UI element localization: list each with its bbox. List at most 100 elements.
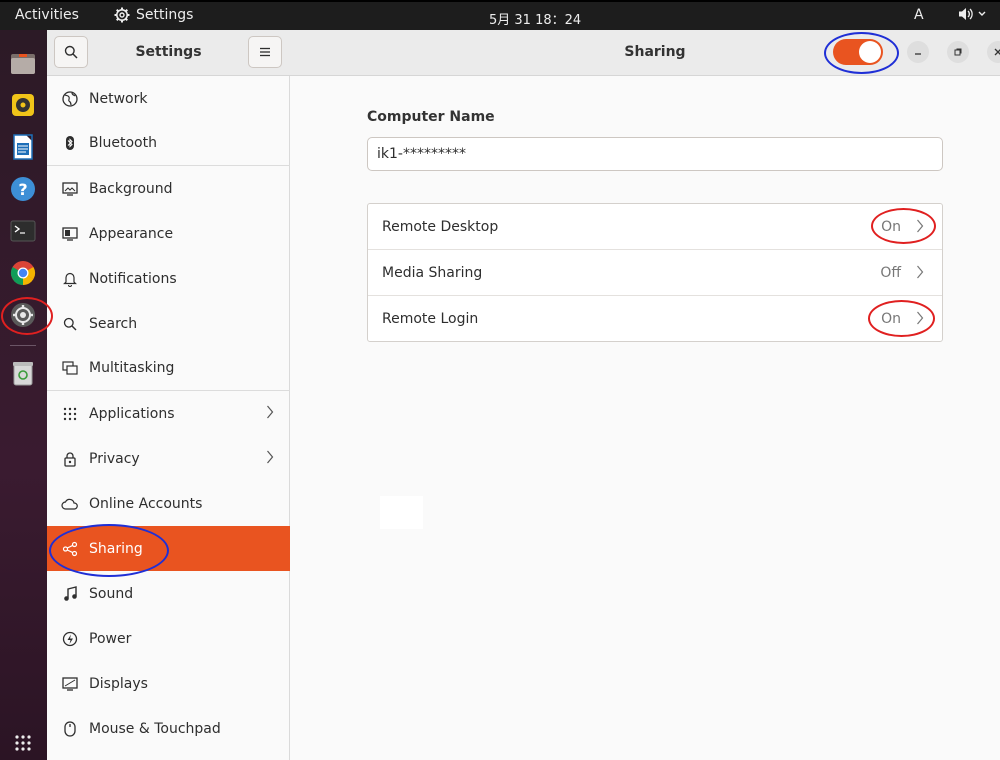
chevron-down-icon	[978, 11, 986, 16]
minimize-icon	[915, 53, 921, 55]
computer-name-input[interactable]	[367, 137, 943, 171]
sidebar-item-label: Search	[89, 315, 138, 332]
sidebar-item-label: Bluetooth	[89, 135, 157, 151]
sidebar-item-label: Notifications	[89, 270, 177, 287]
switch-knob	[859, 41, 881, 63]
share-icon	[59, 538, 81, 560]
panel-header: Sharing	[290, 30, 1000, 76]
sidebar-item-appearance[interactable]: Appearance	[47, 211, 290, 256]
close-icon	[994, 48, 1000, 56]
system-menu[interactable]	[958, 7, 987, 21]
chevron-right-icon	[917, 311, 924, 325]
sidebar-item-label: Displays	[89, 675, 148, 692]
keyboard-layout-indicator[interactable]: A	[914, 7, 924, 23]
trash-icon[interactable]	[8, 358, 38, 388]
power-icon	[59, 628, 81, 650]
sidebar-item-search[interactable]: Search	[47, 301, 290, 346]
chrome-icon[interactable]	[8, 258, 38, 288]
terminal-icon[interactable]	[8, 216, 38, 246]
sidebar-item-label: Mouse & Touchpad	[89, 720, 221, 737]
sidebar-item-notifications[interactable]: Notifications	[47, 256, 290, 301]
app-name: Settings	[136, 7, 194, 23]
sidebar-item-bluetooth[interactable]: Bluetooth	[47, 121, 290, 166]
sidebar-item-power[interactable]: Power	[47, 616, 290, 661]
service-row-remote-login[interactable]: Remote Login On	[368, 296, 942, 342]
chevron-right-icon	[267, 450, 274, 464]
bluetooth-icon	[59, 132, 81, 154]
panel-title: Sharing	[624, 44, 686, 60]
computer-name-label: Computer Name	[367, 109, 495, 125]
sharing-panel: Sharing Computer Name Remote Desktop On …	[290, 30, 1000, 760]
sidebar-item-displays[interactable]: Displays	[47, 661, 290, 706]
top-bar: Activities Settings 5月 31 18：24 A	[0, 0, 1000, 30]
sidebar-item-applications[interactable]: Applications	[47, 391, 290, 436]
writer-icon[interactable]	[8, 132, 38, 162]
chevron-right-icon	[917, 265, 924, 279]
hamburger-icon	[260, 47, 270, 57]
sidebar-item-mouse-touchpad[interactable]: Mouse & Touchpad	[47, 706, 290, 751]
sidebar-item-label: Sound	[89, 585, 134, 602]
sharing-master-switch[interactable]	[833, 39, 883, 65]
sidebar-item-label: Network	[89, 90, 148, 107]
svg-text:?: ?	[18, 180, 27, 199]
sidebar-item-label: Privacy	[89, 450, 140, 467]
menu-button[interactable]	[248, 36, 282, 68]
sidebar-item-sound[interactable]: Sound	[47, 571, 290, 616]
sidebar-item-label: Multitasking	[89, 360, 175, 376]
sidebar-item-privacy[interactable]: Privacy	[47, 436, 290, 481]
rhythmbox-icon[interactable]	[8, 90, 38, 120]
globe-icon	[59, 88, 81, 110]
multitasking-icon	[59, 357, 81, 379]
service-state: On	[881, 218, 901, 235]
minimize-button[interactable]	[907, 41, 929, 63]
chevron-right-icon	[917, 219, 924, 233]
sidebar-item-sharing[interactable]: Sharing	[47, 526, 290, 571]
lock-icon	[59, 448, 81, 470]
sidebar-item-label: Background	[89, 180, 173, 197]
dock: ?	[0, 30, 47, 760]
mouse-icon	[59, 718, 81, 740]
bell-icon	[59, 268, 81, 290]
service-state: On	[881, 311, 901, 327]
volume-icon	[959, 8, 973, 20]
service-name: Remote Desktop	[382, 218, 499, 235]
sidebar-item-label: Sharing	[89, 540, 143, 557]
sidebar-item-background[interactable]: Background	[47, 166, 290, 211]
sidebar-item-label: Online Accounts	[89, 495, 203, 512]
app-grid-icon	[59, 403, 81, 425]
help-icon[interactable]: ?	[8, 174, 38, 204]
sidebar-item-online-accounts[interactable]: Online Accounts	[47, 481, 290, 526]
sharing-services-list: Remote Desktop On Media Sharing Off Remo…	[367, 203, 943, 342]
blank-overlay	[380, 496, 423, 529]
sidebar-item-label: Applications	[89, 405, 175, 422]
chevron-right-icon	[267, 405, 274, 419]
activities-button[interactable]: Activities	[15, 7, 79, 23]
service-row-remote-desktop[interactable]: Remote Desktop On	[368, 204, 942, 250]
service-name: Remote Login	[382, 311, 479, 327]
search-icon	[59, 313, 81, 335]
files-icon[interactable]	[8, 48, 38, 78]
service-state: Off	[880, 264, 901, 281]
sidebar-item-label: Appearance	[89, 225, 174, 242]
maximize-button[interactable]	[947, 41, 969, 63]
sidebar-item-network[interactable]: Network	[47, 76, 290, 121]
clock[interactable]: 5月 31 18：24	[489, 9, 581, 28]
cloud-icon	[59, 493, 81, 515]
settings-sidebar: Settings Network Bluetooth Background Ap…	[47, 30, 290, 760]
gear-icon	[114, 7, 130, 23]
app-grid-icon[interactable]	[8, 728, 38, 758]
appearance-icon	[59, 223, 81, 245]
display-icon	[59, 673, 81, 695]
music-note-icon	[59, 583, 81, 605]
service-row-media-sharing[interactable]: Media Sharing Off	[368, 250, 942, 296]
monitor-icon	[59, 178, 81, 200]
settings-icon[interactable]	[8, 300, 38, 330]
service-name: Media Sharing	[382, 264, 483, 281]
sidebar-list: Network Bluetooth Background Appearance …	[47, 76, 290, 751]
sidebar-header: Settings	[47, 30, 290, 76]
sidebar-item-multitasking[interactable]: Multitasking	[47, 346, 290, 391]
dock-separator	[10, 345, 36, 346]
app-menu[interactable]: Settings	[114, 7, 193, 23]
restore-icon	[954, 48, 962, 56]
sidebar-item-label: Power	[89, 630, 132, 647]
